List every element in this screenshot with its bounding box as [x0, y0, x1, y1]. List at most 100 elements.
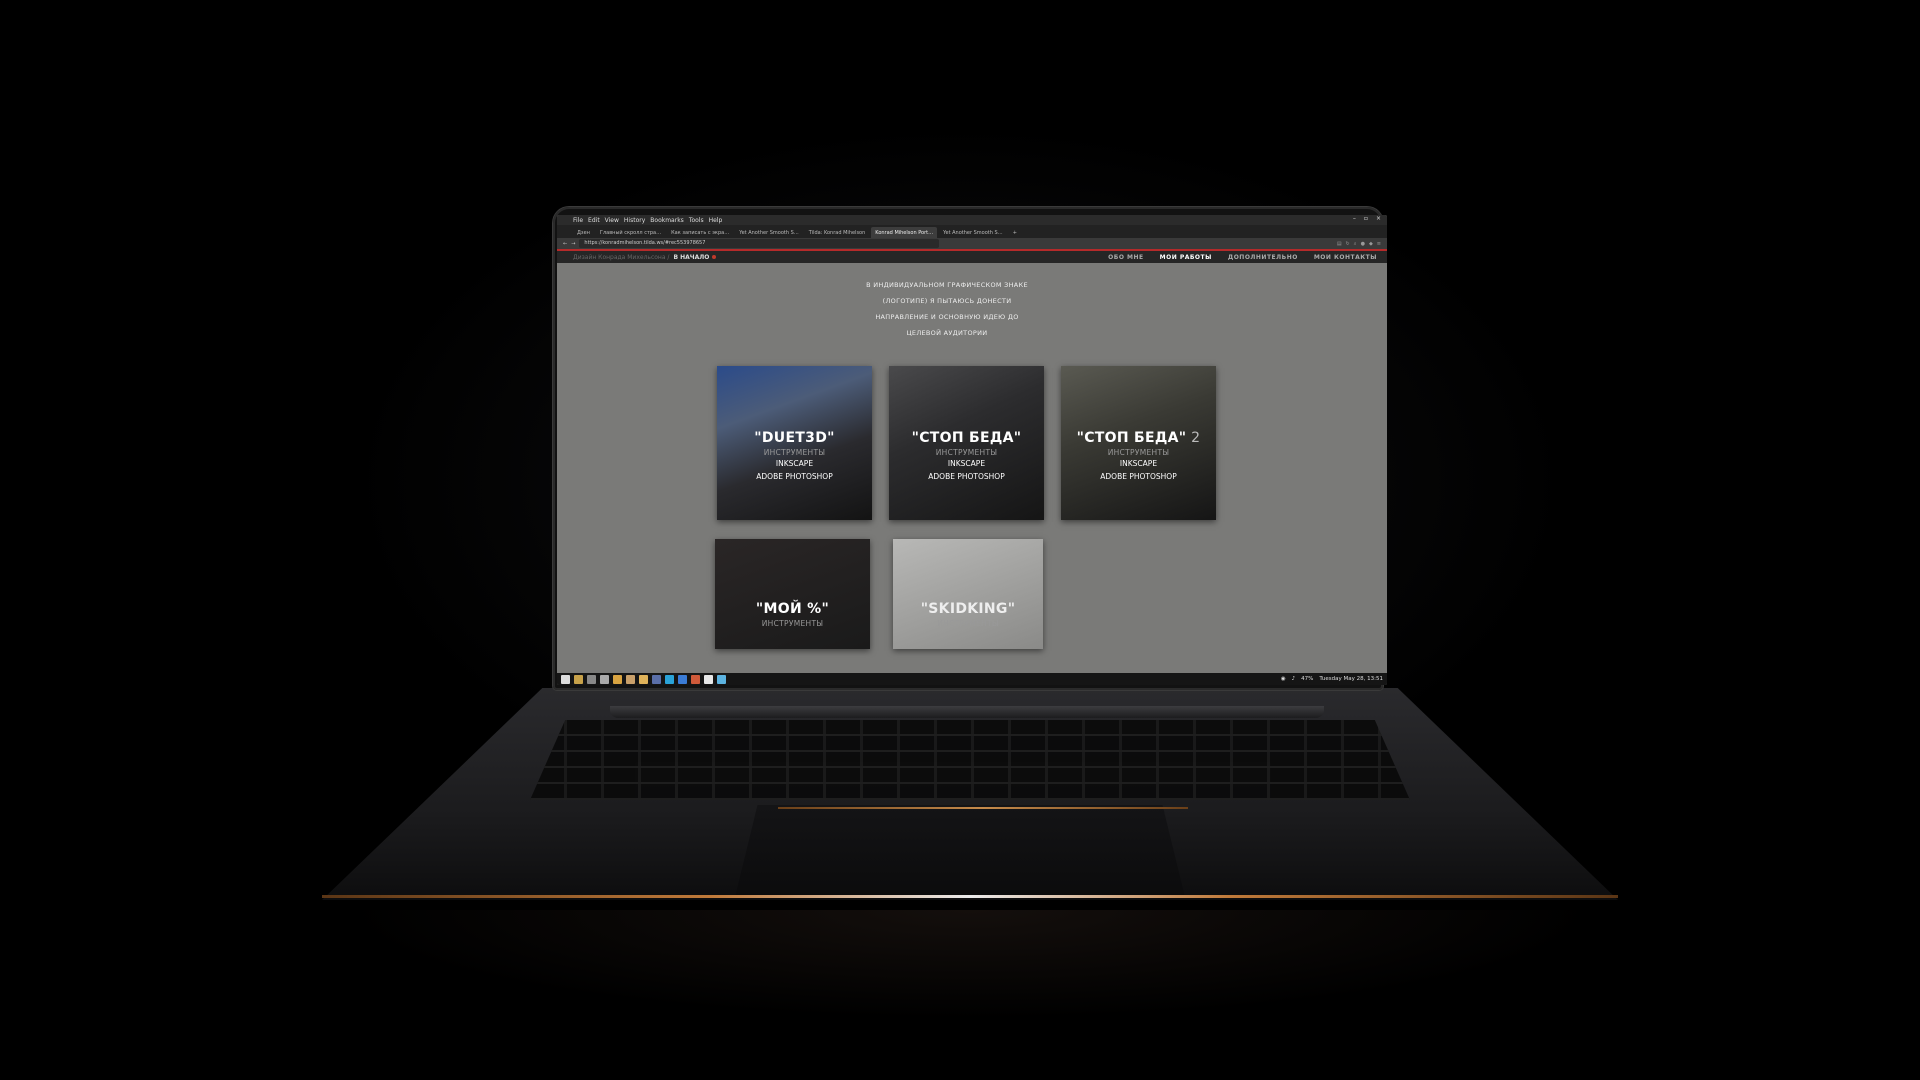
- portfolio-card-moy-percent[interactable]: "МОЙ %" ИНСТРУМЕНТЫ: [715, 539, 870, 649]
- taskbar-app-icon[interactable]: [587, 674, 596, 684]
- tab-main-scroll[interactable]: Главный скролл стра…: [596, 227, 665, 238]
- intro-line: (ЛОГОТИПЕ) Я ПЫТАЮСЬ ДОНЕСТИ: [882, 297, 1012, 305]
- maximize-button[interactable]: ▫: [1364, 215, 1368, 222]
- menu-edit[interactable]: Edit: [588, 217, 600, 224]
- taskbar-app-icon[interactable]: [665, 674, 674, 684]
- window-controls: – ▫ ×: [1353, 215, 1381, 222]
- system-tray: ◉ ♪ 47% Tuesday May 28, 13:51: [1281, 676, 1383, 682]
- nav-extra[interactable]: ДОПОЛНИТЕЛЬНО: [1228, 254, 1298, 261]
- nav-about[interactable]: ОБО МНЕ: [1108, 254, 1143, 261]
- page-content: В ИНДИВИДУАЛЬНОМ ГРАФИЧЕСКОМ ЗНАКЕ (ЛОГО…: [557, 263, 1387, 649]
- menu-history[interactable]: History: [624, 217, 645, 224]
- browser-menubar: File Edit View History Bookmarks Tools H…: [557, 215, 1387, 225]
- taskbar-app-icon[interactable]: [704, 674, 713, 684]
- portfolio-card-duet3d[interactable]: "DUET3D" ИНСТРУМЕНТЫ INKSCAPE ADOBE PHOT…: [717, 366, 872, 520]
- os-taskbar: ◉ ♪ 47% Tuesday May 28, 13:51: [557, 673, 1387, 685]
- card-title-suffix: 2: [1186, 430, 1201, 446]
- taskbar-app-icons: [561, 674, 726, 684]
- home-dot-icon: [712, 255, 717, 259]
- clock[interactable]: Tuesday May 28, 13:51: [1319, 676, 1383, 682]
- portfolio-card-skidking[interactable]: "SKIDKING" ИНСТРУМЕНТЫ: [893, 539, 1043, 649]
- tab-label: Tilda: Konrad Mihelson: [808, 229, 866, 236]
- card-title: "DUET3D": [754, 430, 835, 446]
- card-tool: INKSCAPE: [947, 459, 986, 468]
- taskbar-app-icon[interactable]: [639, 674, 648, 684]
- menu-file[interactable]: File: [573, 217, 583, 224]
- browser-tab-bar: Дзен Главный скролл стра… Как записать с…: [557, 225, 1387, 238]
- card-title-text: "СТОП БЕДА": [1076, 430, 1187, 446]
- intro-line: В ИНДИВИДУАЛЬНОМ ГРАФИЧЕСКОМ ЗНАКЕ: [866, 281, 1028, 289]
- card-tool: ADOBE PHOTOSHOP: [928, 472, 1005, 481]
- url-field[interactable]: https://konradmihelson.tilda.ws/#rec5539…: [579, 239, 940, 248]
- site-nav: ОБО МНЕ МОИ РАБОТЫ ДОПОЛНИТЕЛЬНО МОИ КОН…: [1108, 254, 1377, 261]
- card-title: "СТОП БЕДА": [911, 430, 1022, 446]
- reader-icon[interactable]: ▤: [1337, 241, 1342, 247]
- battery-percent[interactable]: 47%: [1301, 676, 1313, 682]
- volume-icon[interactable]: ♪: [1292, 676, 1296, 682]
- intro-line: ЦЕЛЕВОЙ АУДИТОРИИ: [906, 329, 988, 337]
- nav-contacts[interactable]: МОИ КОНТАКТЫ: [1314, 254, 1377, 261]
- card-tool: INKSCAPE: [775, 459, 814, 468]
- back-icon[interactable]: ←: [563, 241, 567, 247]
- card-subtitle: ИНСТРУМЕНТЫ: [1107, 448, 1170, 457]
- menu-view[interactable]: View: [605, 217, 619, 224]
- intro-text: В ИНДИВИДУАЛЬНОМ ГРАФИЧЕСКОМ ЗНАКЕ (ЛОГО…: [847, 277, 1047, 341]
- tab-dzen[interactable]: Дзен: [573, 227, 594, 238]
- laptop-screen: File Edit View History Bookmarks Tools H…: [557, 215, 1387, 685]
- intro-line: НАПРАВЛЕНИЕ И ОСНОВНУЮ ИДЕЮ ДО: [875, 313, 1019, 321]
- card-title: "МОЙ %": [755, 601, 830, 617]
- tab-label: Дзен: [577, 229, 590, 236]
- tab-tilda[interactable]: Tilda: Konrad Mihelson: [805, 227, 870, 238]
- laptop-hinge: [610, 706, 1324, 718]
- taskbar-app-icon[interactable]: [600, 674, 609, 684]
- tab-label: Главный скролл стра…: [599, 229, 662, 236]
- menu-tools[interactable]: Tools: [689, 217, 704, 224]
- home-link[interactable]: В НАЧАЛО: [673, 254, 709, 261]
- card-title: "SKIDKING": [920, 601, 1016, 617]
- forward-icon[interactable]: →: [571, 241, 575, 247]
- portfolio-card-stop-beda-2[interactable]: "СТОП БЕДА" 2 ИНСТРУМЕНТЫ INKSCAPE ADOBE…: [1061, 366, 1216, 520]
- taskbar-app-icon[interactable]: [652, 674, 661, 684]
- new-tab-button[interactable]: +: [1009, 227, 1021, 238]
- card-tool: ADOBE PHOTOSHOP: [756, 472, 833, 481]
- refresh-icon[interactable]: ↻: [1346, 241, 1350, 247]
- card-title: "СТОП БЕДА" 2: [1061, 430, 1216, 446]
- taskbar-app-icon[interactable]: [574, 674, 583, 684]
- tab-screen-record[interactable]: Как записать с экра…: [667, 227, 733, 238]
- base-trim-line: [322, 895, 1618, 898]
- trackpad-trim: [778, 807, 1188, 809]
- menu-bookmarks[interactable]: Bookmarks: [650, 217, 684, 224]
- nav-my-works[interactable]: МОИ РАБОТЫ: [1160, 254, 1212, 261]
- card-subtitle: ИНСТРУМЕНТЫ: [763, 448, 826, 457]
- site-header: Дизайн Конрада Михельсона / В НАЧАЛО ОБО…: [557, 251, 1387, 263]
- toolbar-icons: ▤ ↻ ⌕ ● ◆ ≡: [1337, 241, 1381, 247]
- portfolio-card-stop-beda[interactable]: "СТОП БЕДА" ИНСТРУМЕНТЫ INKSCAPE ADOBE P…: [889, 366, 1044, 520]
- taskbar-app-icon[interactable]: [691, 674, 700, 684]
- taskbar-app-icon[interactable]: [717, 674, 726, 684]
- breadcrumb: Дизайн Конрада Михельсона /: [573, 253, 670, 261]
- taskbar-app-icon[interactable]: [626, 674, 635, 684]
- account-icon[interactable]: ●: [1361, 241, 1365, 247]
- tab-label: Yet Another Smooth S…: [943, 229, 1003, 236]
- tab-portfolio[interactable]: Konrad Mihelson Port…: [871, 227, 938, 238]
- close-button[interactable]: ×: [1376, 215, 1381, 222]
- network-icon[interactable]: ◉: [1281, 676, 1286, 682]
- card-subtitle: ИНСТРУМЕНТЫ: [761, 619, 824, 628]
- menu-help[interactable]: Help: [709, 217, 723, 224]
- card-tool: INKSCAPE: [1119, 459, 1158, 468]
- tab-smooth-scroll-2[interactable]: Yet Another Smooth S…: [939, 227, 1007, 238]
- taskbar-app-icon[interactable]: [613, 674, 622, 684]
- keyboard-rows: [530, 720, 1410, 800]
- tab-smooth-scroll-1[interactable]: Yet Another Smooth S…: [735, 227, 803, 238]
- browser-navigation-bar: ← → https://konradmihelson.tilda.ws/#rec…: [557, 238, 1387, 251]
- taskbar-app-icon[interactable]: [678, 674, 687, 684]
- minimize-button[interactable]: –: [1353, 215, 1356, 222]
- taskbar-app-icon[interactable]: [561, 674, 570, 684]
- tab-label: Konrad Mihelson Port…: [875, 229, 934, 236]
- card-tool: ADOBE PHOTOSHOP: [1100, 472, 1177, 481]
- zoom-icon[interactable]: ⌕: [1354, 241, 1357, 247]
- menu-icon[interactable]: ≡: [1377, 241, 1381, 247]
- table-reflection: [340, 910, 1600, 1020]
- extension-icon[interactable]: ◆: [1369, 241, 1373, 247]
- laptop-trackpad: [735, 805, 1185, 897]
